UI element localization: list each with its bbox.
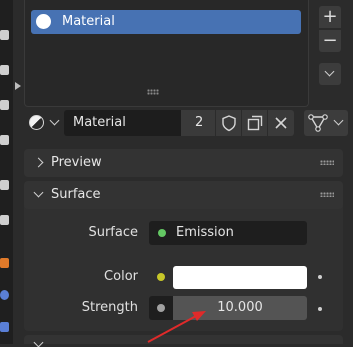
node-tree-menu-button[interactable] — [304, 110, 348, 136]
output-tab-icon[interactable] — [0, 65, 9, 75]
new-material-button[interactable] — [241, 110, 268, 136]
panel-drag-grip-icon[interactable] — [320, 160, 334, 165]
expand-list-arrow-icon[interactable] — [15, 82, 21, 90]
material-name-text: Material — [73, 115, 126, 130]
strength-property-label: Strength — [81, 300, 138, 315]
object-tab-icon[interactable] — [0, 258, 9, 268]
render-tab-icon[interactable] — [0, 30, 9, 40]
unlink-material-button[interactable] — [267, 110, 294, 136]
material-slot-item[interactable]: Material — [31, 10, 301, 34]
scene-tab-icon[interactable] — [0, 135, 9, 145]
keyframe-dot-icon[interactable] — [318, 275, 322, 279]
left-properties-tab-strip — [0, 0, 13, 344]
duplicate-icon — [247, 115, 263, 131]
surface-shader-selector[interactable]: Emission — [149, 221, 307, 245]
collection-tab-icon[interactable] — [0, 215, 9, 225]
fake-user-button[interactable] — [215, 110, 242, 136]
material-user-count-text: 2 — [195, 115, 204, 130]
panel-drag-grip-icon[interactable] — [320, 192, 334, 197]
material-user-count-button[interactable]: 2 — [181, 110, 215, 136]
world-tab-icon[interactable] — [0, 180, 9, 190]
annotation-arrow-icon — [147, 311, 206, 343]
node-tree-icon — [308, 114, 328, 132]
chevron-down-icon — [33, 337, 44, 347]
close-icon — [275, 117, 287, 129]
remove-slot-button[interactable]: − — [319, 30, 341, 52]
color-swatch-field[interactable] — [173, 266, 307, 289]
chevron-down-icon — [33, 187, 44, 198]
material-swatch-icon — [36, 14, 51, 29]
modifier-tab-icon[interactable] — [0, 290, 9, 300]
preview-panel-header[interactable]: Preview — [24, 149, 343, 177]
shader-socket-icon — [158, 229, 166, 237]
view-layer-tab-icon[interactable] — [0, 100, 9, 110]
material-slot-label: Material — [62, 14, 115, 29]
slot-specials-menu-button[interactable] — [319, 63, 341, 85]
add-slot-button[interactable]: + — [319, 6, 341, 28]
chevron-right-icon — [33, 157, 44, 168]
browse-material-button[interactable] — [24, 110, 64, 136]
material-sphere-icon — [29, 115, 44, 130]
shield-icon — [222, 115, 236, 132]
surface-panel-label: Surface — [51, 187, 101, 202]
chevron-down-icon — [324, 66, 335, 77]
surface-shader-value: Emission — [176, 225, 234, 240]
color-property-label: Color — [104, 269, 138, 284]
surface-panel-header[interactable]: Surface — [24, 181, 343, 209]
chevron-down-icon — [49, 115, 60, 126]
material-name-field[interactable]: Material — [64, 110, 181, 136]
list-resize-grip-icon[interactable] — [147, 89, 159, 95]
particles-tab-icon[interactable] — [0, 322, 9, 332]
surface-property-label: Surface — [88, 225, 138, 240]
preview-panel-label: Preview — [51, 155, 102, 170]
keyframe-dot-icon[interactable] — [318, 307, 322, 311]
material-slot-list[interactable]: Material — [24, 0, 309, 107]
strength-value-text: 10.000 — [217, 300, 263, 315]
chevron-down-icon — [333, 115, 344, 126]
color-socket-icon[interactable] — [157, 273, 165, 281]
